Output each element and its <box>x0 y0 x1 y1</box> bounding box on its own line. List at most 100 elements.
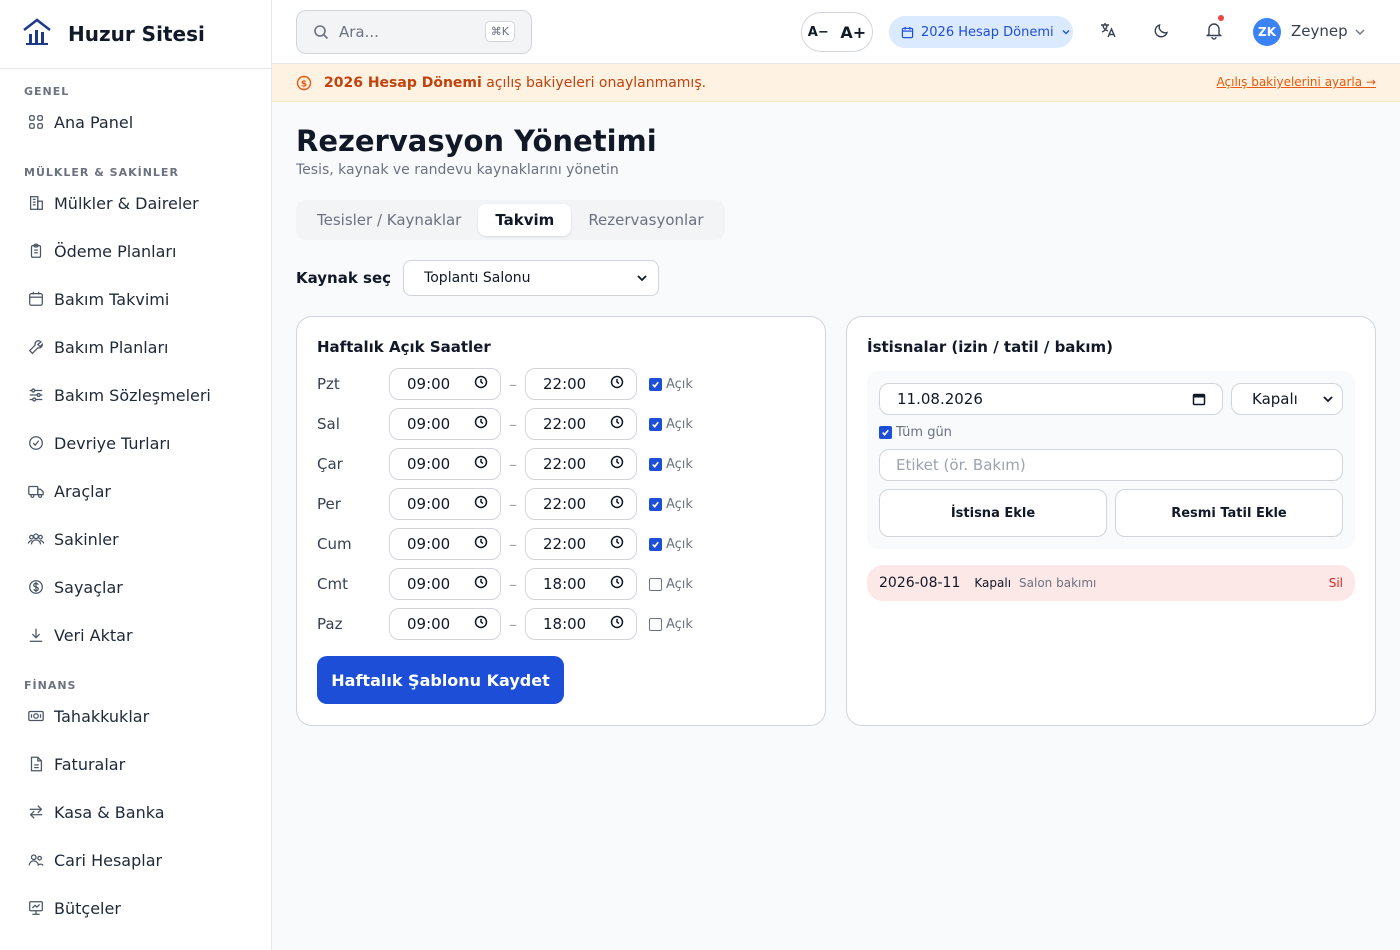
end-time-input[interactable]: 22:00 <box>525 488 637 520</box>
open-checkbox[interactable]: Açık <box>649 617 693 632</box>
sidebar-item-document[interactable]: Faturalar <box>0 740 271 788</box>
sidebar-item-label: Sakinler <box>54 529 119 549</box>
open-check-box[interactable] <box>649 617 662 631</box>
sidebar-item-clipboard[interactable]: Ödeme Planları <box>0 227 271 275</box>
end-time-input[interactable]: 22:00 <box>525 368 637 400</box>
resource-label: Kaynak seç <box>296 269 392 287</box>
open-check-box[interactable] <box>649 537 662 551</box>
resource-select[interactable]: Toplantı Salonu <box>403 260 660 296</box>
transfer-icon <box>26 802 46 822</box>
clipboard-icon <box>26 241 46 261</box>
sidebar-item-presentation[interactable]: Bütçeler <box>0 884 271 932</box>
start-time-input[interactable]: 09:00 <box>389 368 501 400</box>
time-separator: – <box>509 374 517 394</box>
sidebar-item-people[interactable]: Cari Hesaplar <box>0 836 271 884</box>
start-time-input[interactable]: 09:00 <box>389 608 501 640</box>
sidebar-item-truck[interactable]: Araçlar <box>0 467 271 515</box>
sidebar-item-users[interactable]: Sakinler <box>0 515 271 563</box>
clock-icon <box>610 455 624 473</box>
start-time-input[interactable]: 09:00 <box>389 488 501 520</box>
time-separator: – <box>509 494 517 514</box>
calendar-icon <box>26 289 46 309</box>
sidebar-item-building[interactable]: Mülkler & Daireler <box>0 179 271 227</box>
open-label: Açık <box>666 616 693 632</box>
sidebar-item-grid[interactable]: Ana Panel <box>0 98 271 146</box>
sidebar-item-download[interactable]: Veri Aktar <box>0 611 271 659</box>
open-check-box[interactable] <box>649 577 662 591</box>
bell-icon[interactable] <box>1204 15 1228 44</box>
clock-icon <box>610 575 624 593</box>
tab-calendar[interactable]: Takvim <box>478 204 572 236</box>
document-icon <box>26 754 46 774</box>
open-check-box[interactable] <box>649 377 662 391</box>
tab-reservations[interactable]: Rezervasyonlar <box>571 204 720 236</box>
sidebar-item-dollar[interactable]: Sayaçlar <box>0 563 271 611</box>
weekly-hours-row: Cmt 09:00 – 18:00 Açık <box>317 564 805 604</box>
end-time-input[interactable]: 22:00 <box>525 528 637 560</box>
period-selector[interactable]: 2026 Hesap Dönemi <box>889 16 1073 48</box>
sidebar-item-label: Bütçeler <box>54 898 121 918</box>
save-weekly-template-button[interactable]: Haftalık Şablonu Kaydet <box>317 656 564 704</box>
start-time-input[interactable]: 09:00 <box>389 528 501 560</box>
set-opening-balances-link[interactable]: Açılış bakiyelerini ayarla → <box>1217 75 1376 89</box>
end-time-input[interactable]: 22:00 <box>525 408 637 440</box>
tab-bar: Tesisler / Kaynaklar Takvim Rezervasyonl… <box>296 200 725 240</box>
sidebar-item-cash[interactable]: Tahakkuklar <box>0 692 271 740</box>
sidebar-item-label: Bakım Planları <box>54 337 169 357</box>
start-time-input[interactable]: 09:00 <box>389 568 501 600</box>
user-name[interactable]: Zeynep <box>1291 22 1348 40</box>
open-check-box[interactable] <box>649 457 662 471</box>
building-icon <box>26 193 46 213</box>
delete-exception-button[interactable]: Sil <box>1329 576 1343 590</box>
translate-icon[interactable] <box>1098 20 1122 44</box>
open-checkbox[interactable]: Açık <box>649 577 693 592</box>
sidebar-item-transfer[interactable]: Kasa & Banka <box>0 788 271 836</box>
end-time-input[interactable]: 18:00 <box>525 608 637 640</box>
time-separator: – <box>509 574 517 594</box>
calendar-icon <box>901 26 914 38</box>
add-holiday-button[interactable]: Resmi Tatil Ekle <box>1115 489 1343 537</box>
chevron-down-icon[interactable] <box>1354 26 1366 38</box>
exception-date-input[interactable]: 11.08.2026 <box>879 383 1223 415</box>
open-checkbox[interactable]: Açık <box>649 537 693 552</box>
open-checkbox[interactable]: Açık <box>649 417 693 432</box>
open-label: Açık <box>666 536 693 552</box>
start-time-input[interactable]: 09:00 <box>389 408 501 440</box>
sidebar-item-wrench[interactable]: Bakım Planları <box>0 323 271 371</box>
weekly-hours-row: Cum 09:00 – 22:00 Açık <box>317 524 805 564</box>
brand[interactable]: Huzur Sitesi <box>0 0 271 69</box>
open-check-box[interactable] <box>649 417 662 431</box>
end-time-input[interactable]: 18:00 <box>525 568 637 600</box>
end-time-input[interactable]: 22:00 <box>525 448 637 480</box>
all-day-checkbox[interactable]: Tüm gün <box>879 425 1343 440</box>
sliders-icon <box>26 385 46 405</box>
open-checkbox[interactable]: Açık <box>649 457 693 472</box>
font-increase-button[interactable]: A+ <box>840 23 866 42</box>
sidebar-item-label: Tahakkuklar <box>54 706 150 726</box>
exceptions-title: İstisnalar (izin / tatil / bakım) <box>867 338 1114 356</box>
search-input[interactable]: Ara... ⌘K <box>296 10 532 54</box>
open-check-box[interactable] <box>649 497 662 511</box>
exception-status-select[interactable]: Kapalı <box>1231 383 1343 415</box>
avatar[interactable]: ZK <box>1253 18 1281 46</box>
font-decrease-button[interactable]: A− <box>808 25 829 40</box>
sidebar-item-calendar[interactable]: Bakım Takvimi <box>0 275 271 323</box>
sidebar-item-check-circle[interactable]: Devriye Turları <box>0 419 271 467</box>
tab-facilities[interactable]: Tesisler / Kaynaklar <box>300 204 478 236</box>
moon-icon[interactable] <box>1152 20 1176 44</box>
clock-icon <box>474 495 488 513</box>
exception-label-input[interactable]: Etiket (ör. Bakım) <box>879 449 1343 481</box>
all-day-check-box[interactable] <box>879 426 892 439</box>
time-separator: – <box>509 414 517 434</box>
open-checkbox[interactable]: Açık <box>649 497 693 512</box>
open-label: Açık <box>666 416 693 432</box>
open-checkbox[interactable]: Açık <box>649 377 693 392</box>
clock-icon <box>610 375 624 393</box>
add-exception-button[interactable]: İstisna Ekle <box>879 489 1107 537</box>
start-time-value: 09:00 <box>407 615 451 633</box>
start-time-input[interactable]: 09:00 <box>389 448 501 480</box>
chevron-down-icon <box>637 275 647 282</box>
clock-icon <box>610 415 624 433</box>
sidebar-item-sliders[interactable]: Bakım Sözleşmeleri <box>0 371 271 419</box>
end-time-value: 22:00 <box>543 495 587 513</box>
